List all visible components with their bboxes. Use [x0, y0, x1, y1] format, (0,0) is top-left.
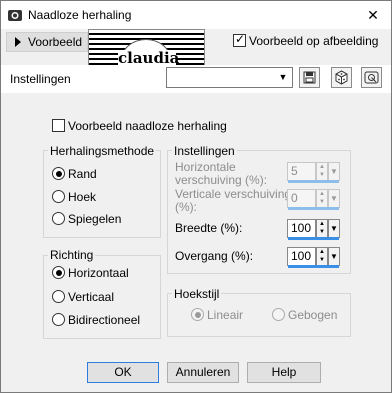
ok-button[interactable]: OK [87, 362, 159, 383]
dice-icon [335, 70, 348, 85]
transition-input[interactable]: 100 [287, 247, 316, 266]
radio-gebogen-label: Gebogen [288, 308, 338, 322]
v-offset-slider-bar[interactable] [288, 207, 339, 210]
corner-style-title: Hoekstijl [172, 287, 222, 301]
width-spinner[interactable]: 100 ▲ ▼ ▼ [287, 219, 341, 240]
help-button[interactable]: Help [247, 362, 321, 383]
window-title: Naadloze herhaling [28, 8, 132, 22]
v-offset-input[interactable]: 0 [287, 189, 316, 208]
checkmark-icon: ✓ [235, 32, 246, 46]
repeat-method-title: Herhalingsmethode [48, 144, 157, 158]
preview-toggle-label: Voorbeeld [28, 35, 83, 49]
preview-on-image-label: Voorbeeld op afbeelding [249, 34, 379, 48]
radio-bidirectioneel[interactable] [52, 313, 65, 326]
spin-updown-icon[interactable]: ▲ ▼ [316, 162, 328, 181]
reset-icon [364, 71, 379, 84]
radio-gebogen[interactable] [272, 308, 285, 321]
transition-label: Overgang (%): [175, 249, 254, 263]
h-offset-slider-bar[interactable] [288, 180, 339, 183]
radio-spiegelen[interactable] [52, 212, 65, 225]
radio-hoek[interactable] [52, 190, 65, 203]
v-offset-label-line1: Verticale verschuiving [175, 187, 292, 201]
radio-bidirectioneel-label: Bidirectioneel [68, 313, 141, 327]
title-bar: Naadloze herhaling ✕ [1, 1, 391, 29]
spin-updown-icon[interactable]: ▲ ▼ [316, 247, 328, 266]
radio-horizontaal-label: Horizontaal [68, 266, 129, 280]
radio-rand-label: Rand [68, 167, 97, 181]
chevron-down-icon: ▼ [278, 72, 288, 82]
transition-slider-bar[interactable] [288, 265, 339, 268]
width-slider-bar[interactable] [288, 237, 339, 240]
h-offset-label-line1: Horizontale [175, 160, 236, 174]
h-offset-spinner[interactable]: 5 ▲ ▼ ▼ [287, 162, 341, 183]
expand-arrow-icon [15, 37, 21, 47]
close-button[interactable]: ✕ [359, 4, 387, 26]
v-offset-label-line2: (%): [175, 200, 197, 214]
chevron-down-icon[interactable]: ▼ [328, 247, 340, 266]
spin-updown-icon[interactable]: ▲ ▼ [316, 189, 328, 208]
cancel-button[interactable]: Annuleren [167, 362, 239, 383]
h-offset-input[interactable]: 5 [287, 162, 316, 181]
settings-title: Instellingen [172, 144, 237, 158]
transition-spinner[interactable]: 100 ▲ ▼ ▼ [287, 247, 341, 268]
seamless-preview-checkbox[interactable] [52, 119, 65, 132]
width-input[interactable]: 100 [287, 219, 316, 238]
direction-title: Richting [48, 248, 96, 262]
chevron-down-icon[interactable]: ▼ [328, 219, 340, 238]
radio-hoek-label: Hoek [68, 190, 97, 204]
spin-updown-icon[interactable]: ▲ ▼ [316, 219, 328, 238]
dialog-window: Naadloze herhaling ✕ Voorbeeld claudia ✓… [0, 0, 392, 393]
radio-verticaal-label: Verticaal [68, 290, 115, 304]
camera-icon [8, 10, 22, 21]
preview-toggle-button[interactable]: Voorbeeld [6, 32, 88, 52]
randomize-button[interactable] [331, 67, 352, 88]
seamless-preview-label: Voorbeeld naadloze herhaling [68, 119, 227, 133]
radio-lineair[interactable] [191, 308, 204, 321]
radio-rand[interactable] [52, 167, 65, 180]
radio-spiegelen-label: Spiegelen [68, 212, 122, 226]
h-offset-label-line2: verschuiving (%): [175, 173, 268, 187]
save-preset-button[interactable] [299, 67, 320, 88]
radio-horizontaal[interactable] [52, 266, 65, 279]
logo-text: claudia [118, 49, 180, 67]
presets-label: Instellingen [10, 72, 71, 86]
reset-button[interactable] [361, 67, 382, 88]
radio-lineair-label: Lineair [207, 308, 244, 322]
width-label: Breedte (%): [175, 221, 243, 235]
preview-on-image-checkbox[interactable]: ✓ [233, 32, 246, 47]
radio-verticaal[interactable] [52, 290, 65, 303]
save-icon [303, 71, 316, 84]
chevron-down-icon[interactable]: ▼ [328, 189, 340, 208]
presets-dropdown[interactable]: ▼ [166, 67, 293, 88]
v-offset-spinner[interactable]: 0 ▲ ▼ ▼ [287, 189, 341, 210]
chevron-down-icon[interactable]: ▼ [328, 162, 340, 181]
